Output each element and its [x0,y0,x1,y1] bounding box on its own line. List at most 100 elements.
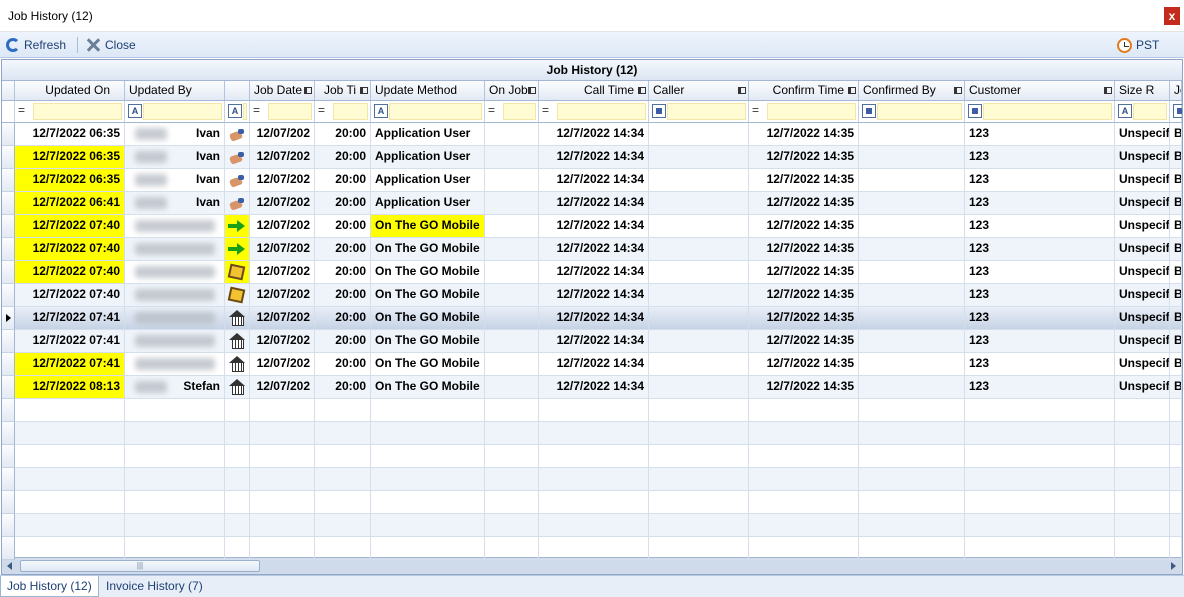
table-row[interactable]: 12/7/2022 07:40 12/07/202 20:00 On The GO M… [2,284,1182,307]
empty-row[interactable] [2,422,1182,445]
column-header[interactable]: Caller [649,81,749,101]
filter-operator-icon[interactable]: = [542,104,556,118]
table-cell[interactable] [225,376,250,399]
table-cell[interactable]: 12/07/202 [250,146,315,169]
table-cell[interactable]: 123 [965,330,1115,353]
table-cell[interactable] [965,445,1115,468]
filter-cell[interactable] [965,101,1115,123]
table-cell[interactable]: Application User [371,146,485,169]
table-cell[interactable] [125,238,225,261]
table-cell[interactable] [649,353,749,376]
table-cell[interactable] [859,330,965,353]
column-header[interactable]: Update Method [371,81,485,101]
table-cell[interactable]: B [1170,376,1182,399]
filter-input[interactable] [667,103,746,120]
table-cell[interactable] [1170,445,1182,468]
table-cell[interactable]: On The GO Mobile [371,330,485,353]
table-cell[interactable]: 12/7/2022 07:41 [15,330,125,353]
filter-input[interactable] [877,103,962,120]
table-cell[interactable]: 20:00 [315,330,371,353]
empty-row[interactable] [2,537,1182,560]
table-cell[interactable]: 12/7/2022 14:34 [539,284,649,307]
row-indicator[interactable] [2,376,15,399]
table-cell[interactable] [15,514,125,537]
table-cell[interactable] [1115,491,1170,514]
table-cell[interactable] [749,445,859,468]
table-cell[interactable] [225,330,250,353]
table-cell[interactable] [125,215,225,238]
table-cell[interactable] [485,445,539,468]
table-cell[interactable]: 12/7/2022 14:35 [749,238,859,261]
table-row[interactable]: 12/7/2022 08:13 Stefan 12/07/202 20:00 On Th… [2,376,1182,399]
pin-icon[interactable] [528,87,536,94]
pin-icon[interactable] [638,87,646,94]
row-indicator[interactable] [2,146,15,169]
table-cell[interactable]: Ivan [125,169,225,192]
table-cell[interactable]: B [1170,330,1182,353]
column-header[interactable]: Updated On [15,81,125,101]
filter-input[interactable] [767,103,856,120]
table-cell[interactable]: 12/07/202 [250,215,315,238]
table-cell[interactable]: 12/07/202 [250,123,315,146]
row-indicator[interactable] [2,445,15,468]
row-indicator[interactable] [2,123,15,146]
table-cell[interactable] [125,261,225,284]
table-cell[interactable]: 12/7/2022 07:40 [15,261,125,284]
table-cell[interactable] [539,537,649,560]
table-cell[interactable]: Unspecif [1115,123,1170,146]
table-cell[interactable] [315,514,371,537]
scroll-right-icon[interactable] [1171,562,1176,570]
table-cell[interactable]: 12/7/2022 14:35 [749,146,859,169]
table-cell[interactable]: Unspecif [1115,238,1170,261]
table-cell[interactable]: 12/7/2022 14:35 [749,261,859,284]
table-cell[interactable] [1170,491,1182,514]
table-cell[interactable] [125,445,225,468]
table-cell[interactable] [1115,445,1170,468]
table-cell[interactable]: 12/7/2022 14:35 [749,123,859,146]
table-cell[interactable] [749,537,859,560]
table-cell[interactable]: Unspecif [1115,330,1170,353]
empty-row[interactable] [2,468,1182,491]
table-cell[interactable]: 12/7/2022 06:41 [15,192,125,215]
table-row[interactable]: 12/7/2022 06:35 Ivan 12/07/202 20:00 Applica… [2,123,1182,146]
table-cell[interactable]: 12/07/202 [250,376,315,399]
filter-operator-icon[interactable]: = [18,104,32,118]
table-cell[interactable] [539,468,649,491]
table-cell[interactable] [15,445,125,468]
table-cell[interactable]: 123 [965,215,1115,238]
table-cell[interactable] [225,445,250,468]
table-cell[interactable] [485,238,539,261]
table-cell[interactable]: B [1170,261,1182,284]
table-cell[interactable] [749,422,859,445]
table-cell[interactable] [485,399,539,422]
table-cell[interactable] [859,537,965,560]
table-cell[interactable]: 12/07/202 [250,284,315,307]
filter-cell[interactable]: = [749,101,859,123]
table-cell[interactable]: 12/7/2022 14:35 [749,215,859,238]
filter-operator-icon[interactable]: = [488,104,502,118]
table-cell[interactable]: 12/7/2022 14:34 [539,376,649,399]
table-cell[interactable]: 12/07/202 [250,353,315,376]
table-cell[interactable] [859,491,965,514]
filter-cell[interactable]: = [539,101,649,123]
table-cell[interactable] [649,123,749,146]
table-cell[interactable] [649,146,749,169]
table-cell[interactable] [225,261,250,284]
column-header[interactable]: Call Time [539,81,649,101]
table-cell[interactable]: 123 [965,123,1115,146]
table-cell[interactable] [125,399,225,422]
filter-operator-icon[interactable]: A [374,104,388,118]
table-cell[interactable] [371,514,485,537]
column-header[interactable]: Job Ti [315,81,371,101]
table-cell[interactable]: On The GO Mobile [371,238,485,261]
table-cell[interactable]: On The GO Mobile [371,261,485,284]
column-header[interactable] [225,81,250,101]
table-cell[interactable] [859,307,965,330]
table-cell[interactable] [649,376,749,399]
table-cell[interactable] [15,491,125,514]
row-indicator[interactable] [2,261,15,284]
table-cell[interactable] [965,399,1115,422]
table-cell[interactable] [250,422,315,445]
table-cell[interactable] [225,353,250,376]
table-cell[interactable]: Unspecif [1115,215,1170,238]
